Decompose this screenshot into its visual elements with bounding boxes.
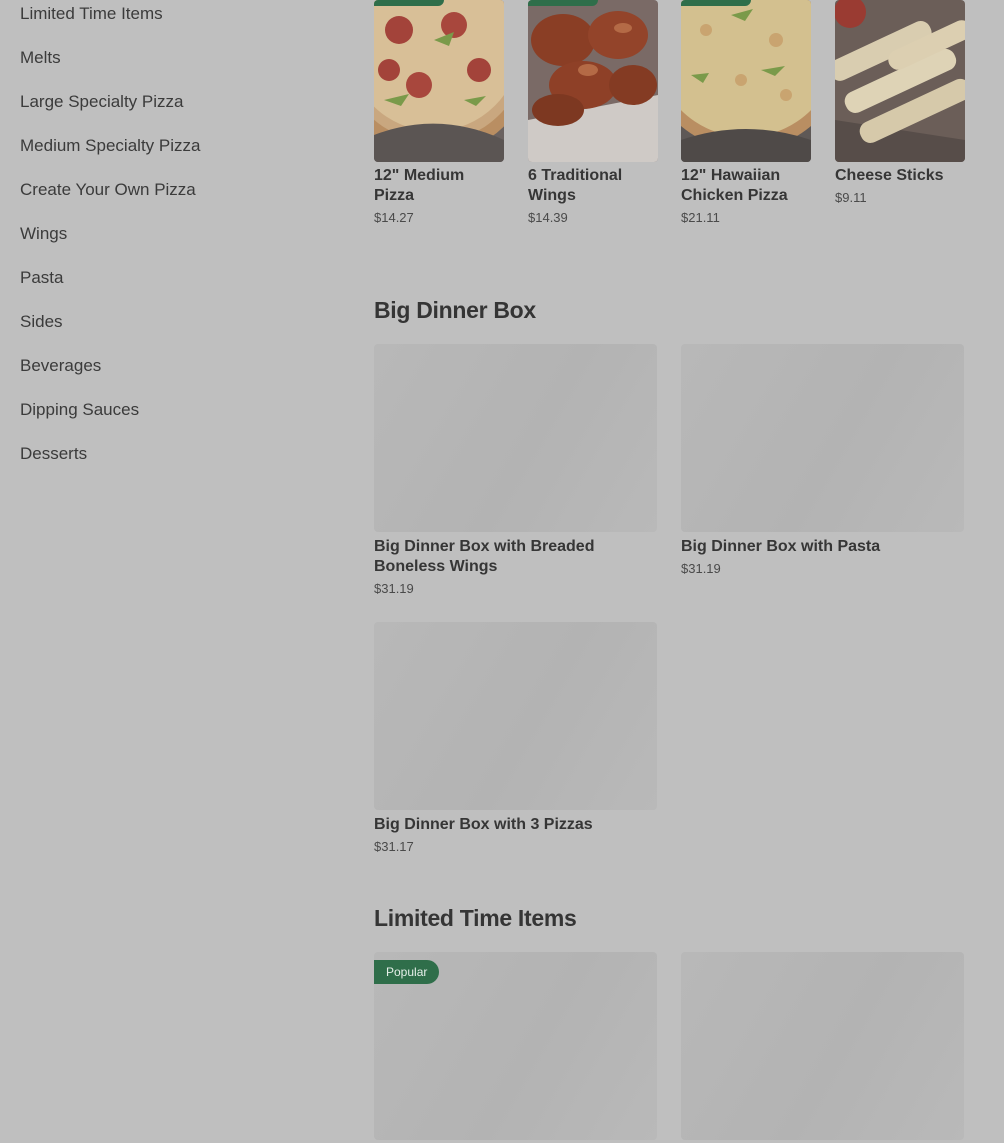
menu-item-card[interactable]: 12" Medium Pizza $14.27 (374, 0, 504, 225)
popular-items-strip: 12" Medium Pizza $14.27 6 Traditional Wi… (374, 0, 974, 240)
menu-item-name: Cheese Sticks (835, 167, 944, 184)
pepperoni-pizza-icon (374, 0, 504, 162)
menu-item-image-placeholder (681, 952, 964, 1140)
popular-tag (374, 0, 444, 6)
menu-item-price: $31.19 (681, 561, 721, 576)
sidebar-item-dipping-sauces[interactable]: Dipping Sauces (20, 396, 340, 440)
menu-content: 12" Medium Pizza $14.27 6 Traditional Wi… (374, 0, 974, 1140)
sidebar-item-wings[interactable]: Wings (20, 220, 340, 264)
hawaiian-pizza-image (681, 0, 811, 162)
menu-item-price: $31.17 (374, 839, 414, 854)
menu-item-card[interactable] (681, 952, 964, 1140)
wings-icon (528, 0, 658, 162)
menu-item-price: $14.39 (528, 210, 568, 225)
menu-item-price: $21.11 (681, 210, 720, 225)
sidebar-item-beverages[interactable]: Beverages (20, 352, 340, 396)
menu-item-card[interactable]: 6 Traditional Wings $14.39 (528, 0, 658, 225)
popular-tag (681, 0, 751, 6)
menu-item-card[interactable]: Popular (374, 952, 657, 1140)
menu-item-card[interactable]: 12" Hawaiian Chicken Pizza $21.11 (681, 0, 811, 225)
menu-item-image-placeholder (681, 344, 964, 532)
section-title-big-dinner-box: Big Dinner Box (374, 297, 536, 323)
popular-badge: Popular (374, 960, 440, 984)
menu-item-image-placeholder (374, 622, 657, 810)
menu-item-card[interactable]: Big Dinner Box with 3 Pizzas $31.17 (374, 622, 657, 854)
sidebar-item-pasta[interactable]: Pasta (20, 264, 340, 308)
sidebar-item-desserts[interactable]: Desserts (20, 440, 340, 484)
menu-item-name: Big Dinner Box with Pasta (681, 538, 881, 555)
menu-item-card[interactable]: Cheese Sticks $9.11 (835, 0, 965, 205)
sidebar-item-limited-time-items[interactable]: Limited Time Items (20, 0, 340, 44)
cheese-sticks-icon (835, 0, 965, 162)
wings-image (528, 0, 658, 162)
category-sidebar: Limited Time Items Melts Large Specialty… (20, 0, 340, 484)
menu-item-image-placeholder (374, 344, 657, 532)
menu-item-name: 6 Traditional Wings (528, 167, 623, 204)
menu-item-card[interactable]: Big Dinner Box with Pasta $31.19 (681, 344, 964, 576)
sidebar-item-medium-specialty-pizza[interactable]: Medium Specialty Pizza (20, 132, 340, 176)
menu-item-name: Big Dinner Box with Breaded Boneless Win… (374, 538, 595, 575)
hawaiian-pizza-icon (681, 0, 811, 162)
menu-item-name: 12" Hawaiian Chicken Pizza (681, 167, 788, 204)
menu-item-name: 12" Medium Pizza (374, 167, 465, 204)
pepperoni-pizza-image (374, 0, 504, 162)
menu-item-price: $31.19 (374, 581, 414, 596)
menu-item-name: Big Dinner Box with 3 Pizzas (374, 816, 593, 833)
menu-item-card[interactable]: Big Dinner Box with Breaded Boneless Win… (374, 344, 657, 596)
menu-item-price: $14.27 (374, 210, 414, 225)
menu-item-image-placeholder: Popular (374, 952, 657, 1140)
sidebar-item-melts[interactable]: Melts (20, 44, 340, 88)
menu-item-price: $9.11 (835, 190, 867, 205)
cheese-sticks-image (835, 0, 965, 162)
sidebar-item-sides[interactable]: Sides (20, 308, 340, 352)
popular-tag (528, 0, 598, 6)
sidebar-item-create-your-own-pizza[interactable]: Create Your Own Pizza (20, 176, 340, 220)
section-title-limited-time-items: Limited Time Items (374, 905, 577, 931)
sidebar-item-large-specialty-pizza[interactable]: Large Specialty Pizza (20, 88, 340, 132)
